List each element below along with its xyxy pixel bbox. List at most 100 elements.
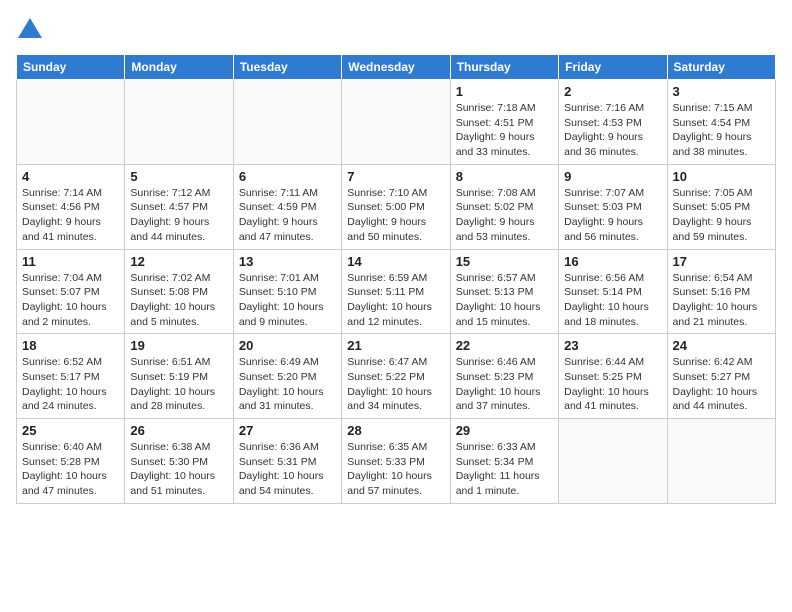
calendar-table: SundayMondayTuesdayWednesdayThursdayFrid… [16,54,776,504]
day-info: Sunrise: 7:14 AMSunset: 4:56 PMDaylight:… [22,186,119,245]
calendar-cell: 1 Sunrise: 7:18 AMSunset: 4:51 PMDaylight… [450,80,558,165]
calendar-cell [17,80,125,165]
day-info: Sunrise: 7:01 AMSunset: 5:10 PMDaylight:… [239,271,336,330]
day-info: Sunrise: 7:15 AMSunset: 4:54 PMDaylight:… [673,101,770,160]
day-info: Sunrise: 6:56 AMSunset: 5:14 PMDaylight:… [564,271,661,330]
day-info: Sunrise: 7:12 AMSunset: 4:57 PMDaylight:… [130,186,227,245]
day-number: 8 [456,169,553,184]
day-info: Sunrise: 6:36 AMSunset: 5:31 PMDaylight:… [239,440,336,499]
day-number: 18 [22,338,119,353]
day-info: Sunrise: 7:10 AMSunset: 5:00 PMDaylight:… [347,186,444,245]
day-info: Sunrise: 6:35 AMSunset: 5:33 PMDaylight:… [347,440,444,499]
calendar-cell: 27 Sunrise: 6:36 AMSunset: 5:31 PMDayligh… [233,419,341,504]
calendar-cell: 16 Sunrise: 6:56 AMSunset: 5:14 PMDayligh… [559,249,667,334]
day-info: Sunrise: 7:05 AMSunset: 5:05 PMDaylight:… [673,186,770,245]
calendar-cell: 29Sunrise: 6:33 AMSunset: 5:34 PMDayligh… [450,419,558,504]
calendar-cell: 14Sunrise: 6:59 AMSunset: 5:11 PMDayligh… [342,249,450,334]
calendar-cell: 9 Sunrise: 7:07 AMSunset: 5:03 PMDaylight… [559,164,667,249]
day-number: 1 [456,84,553,99]
day-info: Sunrise: 6:59 AMSunset: 5:11 PMDaylight:… [347,271,444,330]
day-info: Sunrise: 6:49 AMSunset: 5:20 PMDaylight:… [239,355,336,414]
day-number: 26 [130,423,227,438]
calendar-cell [667,419,775,504]
day-number: 20 [239,338,336,353]
day-number: 29 [456,423,553,438]
calendar-cell: 12 Sunrise: 7:02 AMSunset: 5:08 PMDayligh… [125,249,233,334]
day-number: 21 [347,338,444,353]
calendar-cell: 25 Sunrise: 6:40 AMSunset: 5:28 PMDayligh… [17,419,125,504]
calendar-cell: 13 Sunrise: 7:01 AMSunset: 5:10 PMDayligh… [233,249,341,334]
weekday-header-tuesday: Tuesday [233,55,341,80]
day-info: Sunrise: 6:46 AMSunset: 5:23 PMDaylight:… [456,355,553,414]
day-info: Sunrise: 6:40 AMSunset: 5:28 PMDaylight:… [22,440,119,499]
calendar-cell: 21 Sunrise: 6:47 AMSunset: 5:22 PMDayligh… [342,334,450,419]
weekday-header-saturday: Saturday [667,55,775,80]
calendar-cell: 22 Sunrise: 6:46 AMSunset: 5:23 PMDayligh… [450,334,558,419]
day-number: 13 [239,254,336,269]
day-number: 15 [456,254,553,269]
day-info: Sunrise: 7:08 AMSunset: 5:02 PMDaylight:… [456,186,553,245]
day-number: 28 [347,423,444,438]
day-number: 4 [22,169,119,184]
day-number: 23 [564,338,661,353]
calendar-cell: 5Sunrise: 7:12 AMSunset: 4:57 PMDaylight… [125,164,233,249]
calendar-cell [233,80,341,165]
calendar-cell: 10 Sunrise: 7:05 AMSunset: 5:05 PMDayligh… [667,164,775,249]
calendar-cell [342,80,450,165]
day-number: 2 [564,84,661,99]
weekday-header-friday: Friday [559,55,667,80]
day-info: Sunrise: 7:04 AMSunset: 5:07 PMDaylight:… [22,271,119,330]
day-info: Sunrise: 6:42 AMSunset: 5:27 PMDaylight:… [673,355,770,414]
day-number: 11 [22,254,119,269]
calendar-cell: 6 Sunrise: 7:11 AMSunset: 4:59 PMDaylight… [233,164,341,249]
day-number: 22 [456,338,553,353]
weekday-header-thursday: Thursday [450,55,558,80]
calendar-cell: 4 Sunrise: 7:14 AMSunset: 4:56 PMDaylight… [17,164,125,249]
weekday-header-wednesday: Wednesday [342,55,450,80]
day-number: 7 [347,169,444,184]
day-info: Sunrise: 7:16 AMSunset: 4:53 PMDaylight:… [564,101,661,160]
day-number: 3 [673,84,770,99]
logo-icon [16,16,44,44]
day-number: 17 [673,254,770,269]
calendar-cell: 20 Sunrise: 6:49 AMSunset: 5:20 PMDayligh… [233,334,341,419]
day-number: 12 [130,254,227,269]
day-info: Sunrise: 6:47 AMSunset: 5:22 PMDaylight:… [347,355,444,414]
day-number: 27 [239,423,336,438]
day-number: 25 [22,423,119,438]
calendar-cell: 3 Sunrise: 7:15 AMSunset: 4:54 PMDaylight… [667,80,775,165]
calendar-week-1: 1 Sunrise: 7:18 AMSunset: 4:51 PMDaylight… [17,80,776,165]
calendar-cell: 23 Sunrise: 6:44 AMSunset: 5:25 PMDayligh… [559,334,667,419]
logo [16,16,48,44]
day-info: Sunrise: 6:52 AMSunset: 5:17 PMDaylight:… [22,355,119,414]
day-info: Sunrise: 6:54 AMSunset: 5:16 PMDaylight:… [673,271,770,330]
calendar-cell [559,419,667,504]
calendar-cell: 2 Sunrise: 7:16 AMSunset: 4:53 PMDaylight… [559,80,667,165]
day-info: Sunrise: 7:18 AMSunset: 4:51 PMDaylight:… [456,101,553,160]
calendar-week-2: 4 Sunrise: 7:14 AMSunset: 4:56 PMDaylight… [17,164,776,249]
calendar-cell: 24Sunrise: 6:42 AMSunset: 5:27 PMDayligh… [667,334,775,419]
calendar-body: 1 Sunrise: 7:18 AMSunset: 4:51 PMDaylight… [17,80,776,504]
day-number: 9 [564,169,661,184]
day-info: Sunrise: 7:07 AMSunset: 5:03 PMDaylight:… [564,186,661,245]
day-number: 10 [673,169,770,184]
calendar-cell: 15 Sunrise: 6:57 AMSunset: 5:13 PMDayligh… [450,249,558,334]
weekday-header-monday: Monday [125,55,233,80]
calendar-cell: 28 Sunrise: 6:35 AMSunset: 5:33 PMDayligh… [342,419,450,504]
calendar-cell: 19Sunrise: 6:51 AMSunset: 5:19 PMDayligh… [125,334,233,419]
day-number: 6 [239,169,336,184]
day-number: 16 [564,254,661,269]
calendar-week-3: 11 Sunrise: 7:04 AMSunset: 5:07 PMDayligh… [17,249,776,334]
day-info: Sunrise: 6:44 AMSunset: 5:25 PMDaylight:… [564,355,661,414]
day-info: Sunrise: 7:02 AMSunset: 5:08 PMDaylight:… [130,271,227,330]
calendar-week-4: 18 Sunrise: 6:52 AMSunset: 5:17 PMDayligh… [17,334,776,419]
day-info: Sunrise: 6:51 AMSunset: 5:19 PMDaylight:… [130,355,227,414]
day-info: Sunrise: 6:38 AMSunset: 5:30 PMDaylight:… [130,440,227,499]
calendar-cell [125,80,233,165]
calendar-cell: 8 Sunrise: 7:08 AMSunset: 5:02 PMDaylight… [450,164,558,249]
day-info: Sunrise: 7:11 AMSunset: 4:59 PMDaylight:… [239,186,336,245]
calendar-cell: 26 Sunrise: 6:38 AMSunset: 5:30 PMDayligh… [125,419,233,504]
calendar-cell: 7 Sunrise: 7:10 AMSunset: 5:00 PMDaylight… [342,164,450,249]
day-info: Sunrise: 6:57 AMSunset: 5:13 PMDaylight:… [456,271,553,330]
calendar-cell: 17 Sunrise: 6:54 AMSunset: 5:16 PMDayligh… [667,249,775,334]
